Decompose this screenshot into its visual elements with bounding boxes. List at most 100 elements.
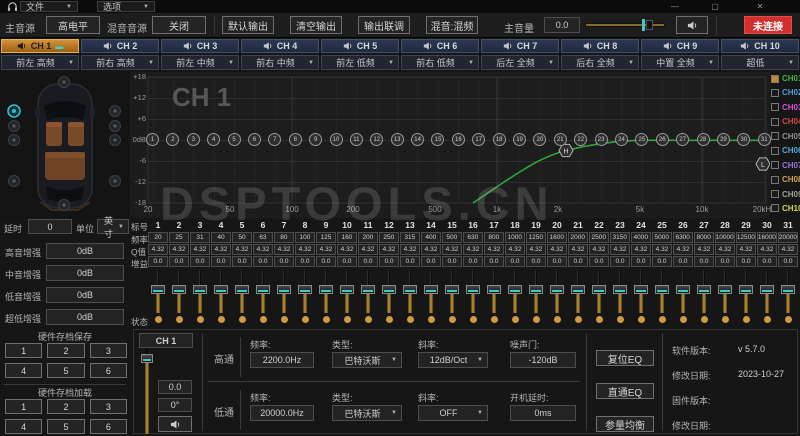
band-gain-slider[interactable] xyxy=(463,269,483,315)
eq-graph[interactable]: H L CH 1 +18+12+60dB-6-12-18 20501002005… xyxy=(130,72,770,218)
legend-checkbox[interactable] xyxy=(771,204,779,212)
eq-band-marker[interactable]: 1 xyxy=(146,133,159,146)
archive-load-slot-button[interactable]: 4 xyxy=(5,419,42,434)
band-q-input[interactable]: 4.32 xyxy=(652,244,672,255)
band-freq-input[interactable]: 2500 xyxy=(589,232,609,243)
band-status-led[interactable] xyxy=(596,316,603,323)
band-freq-input[interactable]: 1600 xyxy=(547,232,567,243)
band-status-led[interactable] xyxy=(176,316,183,323)
archive-save-slot-button[interactable]: 2 xyxy=(47,343,84,358)
band-q-input[interactable]: 4.32 xyxy=(211,244,231,255)
band-gain-input[interactable]: 0.0 xyxy=(463,256,483,267)
channel-tab[interactable]: CH 6 xyxy=(401,39,479,53)
slider-handle[interactable] xyxy=(613,285,627,294)
archive-save-slot-button[interactable]: 3 xyxy=(90,343,127,358)
slider-handle[interactable] xyxy=(141,354,153,363)
eq-band-marker[interactable]: 13 xyxy=(391,133,404,146)
delay-unit-select[interactable]: 英寸 ▼ xyxy=(97,219,129,234)
slider-handle[interactable] xyxy=(235,285,249,294)
slider-knob[interactable] xyxy=(646,20,653,30)
band-status-led[interactable] xyxy=(239,316,246,323)
channel-tab[interactable]: CH 10 xyxy=(721,39,799,53)
band-gain-input[interactable]: 0.0 xyxy=(148,256,168,267)
band-freq-input[interactable]: 10000 xyxy=(715,232,735,243)
slider-handle[interactable] xyxy=(781,285,795,294)
band-freq-input[interactable]: 40 xyxy=(211,232,231,243)
eq-band-marker[interactable]: 4 xyxy=(207,133,220,146)
band-freq-input[interactable]: 200 xyxy=(358,232,378,243)
lp-type-select[interactable]: 巴特沃斯 ▼ xyxy=(332,405,402,421)
band-gain-slider[interactable] xyxy=(358,269,378,315)
band-q-input[interactable]: 4.32 xyxy=(694,244,714,255)
master-volume-value[interactable]: 0.0 xyxy=(544,17,580,33)
band-q-input[interactable]: 4.32 xyxy=(505,244,525,255)
band-q-input[interactable]: 4.32 xyxy=(400,244,420,255)
band-status-led[interactable] xyxy=(722,316,729,323)
hp-type-select[interactable]: 巴特沃斯 ▼ xyxy=(332,352,402,368)
band-q-input[interactable]: 4.32 xyxy=(337,244,357,255)
slider-handle[interactable] xyxy=(193,285,207,294)
band-gain-input[interactable]: 0.0 xyxy=(694,256,714,267)
eq-band-marker[interactable]: 3 xyxy=(187,133,200,146)
slider-handle[interactable] xyxy=(466,285,480,294)
channel-name-select[interactable]: 前右 低频 ▼ xyxy=(401,55,479,70)
band-gain-input[interactable]: 0.0 xyxy=(358,256,378,267)
band-q-input[interactable]: 4.32 xyxy=(757,244,777,255)
slider-handle[interactable] xyxy=(487,285,501,294)
channel-tab[interactable]: CH 3 xyxy=(161,39,239,53)
band-gain-input[interactable]: 0.0 xyxy=(253,256,273,267)
band-freq-input[interactable]: 250 xyxy=(379,232,399,243)
band-status-led[interactable] xyxy=(281,316,288,323)
band-gain-input[interactable]: 0.0 xyxy=(631,256,651,267)
channel-phase-value[interactable]: 0° xyxy=(158,398,192,412)
slider-handle[interactable] xyxy=(277,285,291,294)
band-freq-input[interactable]: 630 xyxy=(463,232,483,243)
boost-value[interactable]: 0dB xyxy=(46,243,124,259)
lp-freq-input[interactable]: 20000.0Hz xyxy=(250,405,314,421)
channel-tab[interactable]: CH 8 xyxy=(561,39,639,53)
band-status-led[interactable] xyxy=(575,316,582,323)
slider-handle[interactable] xyxy=(256,285,270,294)
band-gain-input[interactable]: 0.0 xyxy=(568,256,588,267)
band-q-input[interactable]: 4.32 xyxy=(253,244,273,255)
band-q-input[interactable]: 4.32 xyxy=(778,244,798,255)
legend-checkbox[interactable] xyxy=(771,161,779,169)
band-status-led[interactable] xyxy=(785,316,792,323)
band-q-input[interactable]: 4.32 xyxy=(274,244,294,255)
boost-value[interactable]: 0dB xyxy=(46,265,124,281)
band-freq-input[interactable]: 100 xyxy=(295,232,315,243)
band-gain-slider[interactable] xyxy=(169,269,189,315)
band-q-input[interactable]: 4.32 xyxy=(295,244,315,255)
noise-gate-value[interactable]: -120dB xyxy=(510,352,576,368)
band-status-led[interactable] xyxy=(407,316,414,323)
band-freq-input[interactable]: 4000 xyxy=(631,232,651,243)
slider-handle[interactable] xyxy=(361,285,375,294)
band-gain-slider[interactable] xyxy=(400,269,420,315)
band-status-led[interactable] xyxy=(386,316,393,323)
eq-band-marker[interactable]: 17 xyxy=(472,133,485,146)
band-gain-slider[interactable] xyxy=(673,269,693,315)
band-q-input[interactable]: 4.32 xyxy=(673,244,693,255)
eq-band-marker[interactable]: 23 xyxy=(595,133,608,146)
band-gain-slider[interactable] xyxy=(295,269,315,315)
archive-save-slot-button[interactable]: 6 xyxy=(90,363,127,378)
band-gain-slider[interactable] xyxy=(337,269,357,315)
band-freq-input[interactable]: 20 xyxy=(148,232,168,243)
band-q-input[interactable]: 4.32 xyxy=(631,244,651,255)
band-status-led[interactable] xyxy=(218,316,225,323)
archive-load-slot-button[interactable]: 3 xyxy=(90,399,127,414)
band-freq-input[interactable]: 6300 xyxy=(673,232,693,243)
band-freq-input[interactable]: 2000 xyxy=(568,232,588,243)
archive-load-slot-button[interactable]: 1 xyxy=(5,399,42,414)
slider-handle[interactable] xyxy=(172,285,186,294)
slider-handle[interactable] xyxy=(403,285,417,294)
archive-load-slot-button[interactable]: 6 xyxy=(90,419,127,434)
band-gain-input[interactable]: 0.0 xyxy=(673,256,693,267)
eq-band-marker[interactable]: 22 xyxy=(574,133,587,146)
slider-handle[interactable] xyxy=(214,285,228,294)
band-gain-input[interactable]: 0.0 xyxy=(316,256,336,267)
lp-slope-select[interactable]: OFF ▼ xyxy=(418,405,488,421)
band-status-led[interactable] xyxy=(365,316,372,323)
slider-handle[interactable] xyxy=(634,285,648,294)
band-gain-slider[interactable] xyxy=(652,269,672,315)
